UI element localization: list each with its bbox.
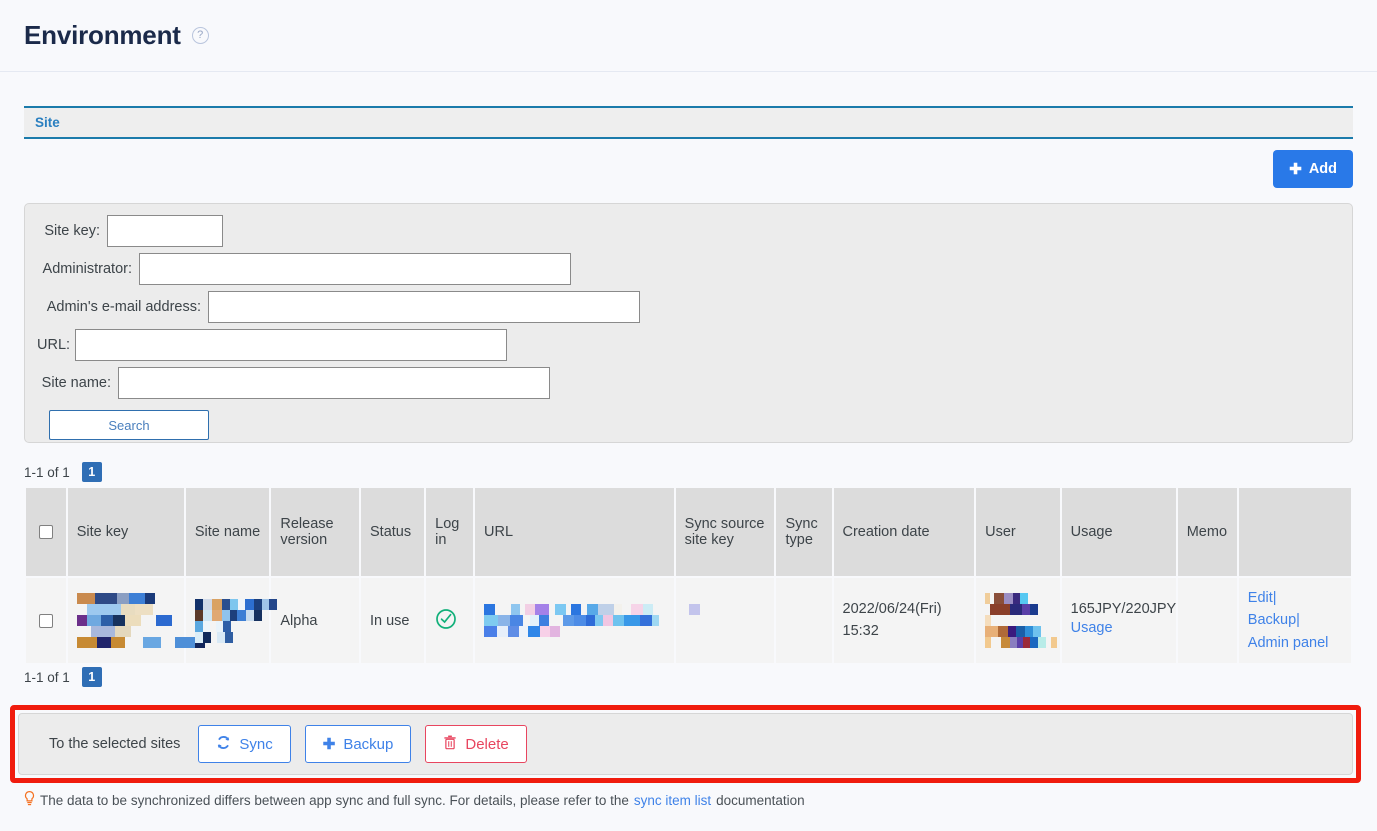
sync-item-list-link[interactable]: sync item list (634, 793, 711, 808)
backup-button-label: Backup (343, 735, 394, 753)
header-sync-source-site-key[interactable]: Sync source site key (675, 488, 775, 576)
cell-status: In use (361, 578, 425, 664)
pagination-bottom: 1-1 of 1 1 (24, 667, 102, 687)
page-title: Environment (24, 20, 181, 50)
refresh-icon (216, 735, 231, 754)
cell-release-version: Alpha (271, 578, 359, 664)
cell-sync-source-site-key (675, 578, 775, 664)
page-header: Environment ? (0, 0, 1377, 72)
cell-site-name (185, 578, 277, 664)
cell-memo (1177, 578, 1237, 664)
environment-page: Environment ? Site ✚ Add Site key: Admin… (0, 0, 1377, 831)
header-status[interactable]: Status (361, 488, 425, 576)
footer-note-text-before: The data to be synchronized differs betw… (40, 792, 629, 808)
header-site-key[interactable]: Site key (67, 488, 184, 576)
table-row: Alpha In use 2022/06/24(Fri) 15:32 165JP… (26, 578, 1351, 664)
field-row-admin-email: Admin's e-mail address: (37, 291, 1352, 323)
site-name-input[interactable] (118, 367, 550, 399)
delete-button[interactable]: Delete (425, 725, 527, 763)
redacted-url (484, 604, 701, 638)
bulk-actions-label: To the selected sites (49, 736, 181, 752)
header-site-name[interactable]: Site name (185, 488, 270, 576)
url-label: URL: (37, 337, 71, 353)
edit-link[interactable]: Edit| (1248, 587, 1342, 609)
cell-log-in (426, 578, 474, 664)
field-row-site-key: Site key: (37, 215, 1352, 247)
field-row-site-name: Site name: (37, 367, 1352, 399)
field-row-url: URL: (37, 329, 1352, 361)
tab-site[interactable]: Site (35, 115, 60, 130)
cell-creation-date: 2022/06/24(Fri) 15:32 (833, 578, 975, 664)
redacted-user (985, 593, 1058, 649)
redacted-site-name (194, 598, 277, 643)
administrator-input[interactable] (139, 253, 571, 285)
row-select-cell (26, 578, 66, 664)
header-creation-date[interactable]: Creation date (833, 488, 975, 576)
header-select-all (26, 488, 66, 576)
plus-icon: ✚ (1289, 160, 1302, 178)
search-panel: Site key: Administrator: Admin's e-mail … (24, 203, 1353, 443)
row-checkbox[interactable] (38, 613, 53, 628)
result-count-label-bottom: 1-1 of 1 (24, 669, 70, 685)
cell-sync-type (776, 578, 832, 664)
sync-button-label: Sync (239, 735, 273, 753)
header-user[interactable]: User (976, 488, 1060, 576)
cell-user (976, 578, 1060, 664)
plus-icon: ✚ (322, 735, 336, 753)
header-usage[interactable]: Usage (1061, 488, 1176, 576)
administrator-label: Administrator: (42, 261, 132, 277)
site-key-input[interactable] (107, 215, 223, 247)
header-actions (1238, 488, 1351, 576)
header-log-in[interactable]: Log in (426, 488, 474, 576)
backup-link[interactable]: Backup| (1248, 609, 1342, 631)
creation-date-line1: 2022/06/24(Fri) (842, 600, 942, 617)
add-button-label: Add (1308, 161, 1337, 177)
tab-strip: Site (24, 106, 1353, 139)
site-key-label: Site key: (44, 223, 100, 239)
pagination-top: 1-1 of 1 1 (24, 462, 102, 482)
admin-email-input[interactable] (208, 291, 640, 323)
bulk-actions-highlight: To the selected sites Sync ✚ Backup Dele… (10, 705, 1361, 783)
add-button[interactable]: ✚ Add (1273, 150, 1353, 188)
header-url[interactable]: URL (475, 488, 674, 576)
search-button[interactable]: Search (49, 410, 209, 440)
question-mark-circle-icon[interactable]: ? (191, 27, 209, 44)
site-name-label: Site name: (41, 375, 111, 391)
footer-note: The data to be synchronized differs betw… (24, 790, 805, 809)
usage-link[interactable]: Usage (1071, 617, 1167, 639)
url-input[interactable] (75, 329, 507, 361)
cell-actions: Edit| Backup| Admin panel (1238, 578, 1351, 664)
table-header-row: Site key Site name Release version Statu… (26, 488, 1351, 576)
sync-button[interactable]: Sync (198, 725, 291, 763)
admin-email-label: Admin's e-mail address: (46, 299, 201, 315)
trash-icon (443, 735, 457, 754)
sites-table: Site key Site name Release version Statu… (24, 486, 1353, 665)
cell-url (475, 578, 701, 664)
select-all-checkbox[interactable] (38, 525, 53, 540)
header-release-version[interactable]: Release version (271, 488, 359, 576)
usage-value: 165JPY/220JPY (1070, 601, 1177, 618)
header-sync-type[interactable]: Sync type (776, 488, 832, 576)
check-circle-icon[interactable] (435, 608, 457, 634)
header-memo[interactable]: Memo (1177, 488, 1237, 576)
cell-site-key (67, 578, 205, 664)
admin-panel-link[interactable]: Admin panel (1248, 632, 1342, 654)
backup-button[interactable]: ✚ Backup (304, 725, 412, 763)
delete-button-label: Delete (465, 735, 509, 753)
page-number-1[interactable]: 1 (81, 462, 102, 482)
bulk-actions-bar: To the selected sites Sync ✚ Backup Dele… (18, 713, 1353, 775)
creation-date-line2: 15:32 (842, 622, 879, 639)
footer-note-text-after: documentation (716, 792, 805, 808)
field-row-administrator: Administrator: (37, 253, 1352, 285)
cell-usage: 165JPY/220JPY Usage (1061, 578, 1177, 664)
lightbulb-icon (24, 790, 35, 809)
redacted-site-key (76, 593, 205, 649)
page-number-1-bottom[interactable]: 1 (81, 667, 102, 687)
result-count-label: 1-1 of 1 (24, 464, 70, 480)
